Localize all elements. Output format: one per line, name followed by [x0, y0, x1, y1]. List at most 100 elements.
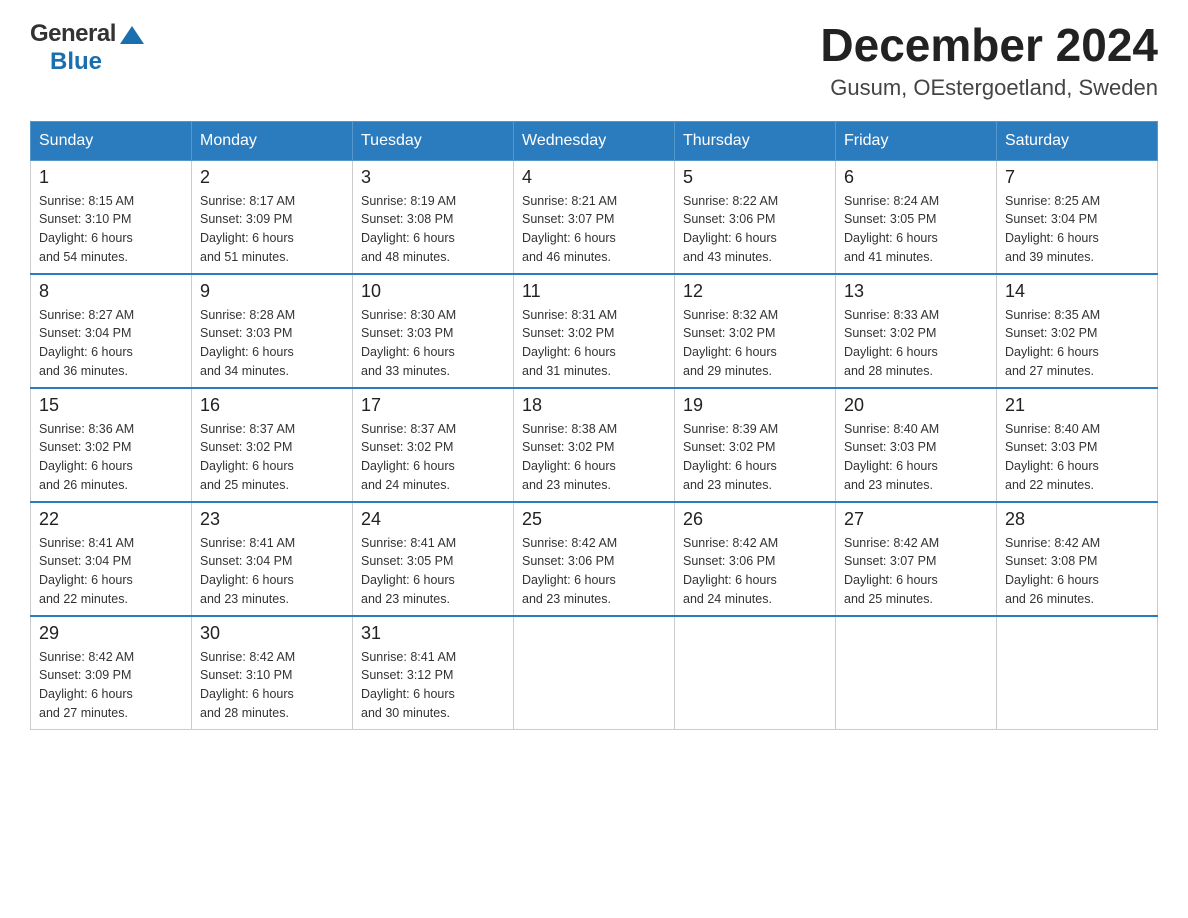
calendar-cell: 11 Sunrise: 8:31 AMSunset: 3:02 PMDayligh… [514, 274, 675, 388]
calendar-cell: 16Sunrise: 8:37 AMSunset: 3:02 PMDayligh… [192, 388, 353, 502]
day-number: 28 [1005, 509, 1149, 530]
calendar-cell: 29 Sunrise: 8:42 AMSunset: 3:09 PMDayligh… [31, 616, 192, 730]
weekday-header-saturday: Saturday [997, 121, 1158, 160]
day-info: Sunrise: 8:41 AMSunset: 3:05 PMDaylight:… [361, 534, 505, 609]
day-number: 21 [1005, 395, 1149, 416]
day-info: Sunrise: 8:33 AMSunset: 3:02 PMDaylight:… [844, 306, 988, 381]
calendar-cell: 5 Sunrise: 8:22 AMSunset: 3:06 PMDaylight… [675, 160, 836, 274]
day-info: Sunrise: 8:19 AMSunset: 3:08 PMDaylight:… [361, 192, 505, 267]
logo-blue-text: Blue [50, 48, 102, 76]
day-number: 9 [200, 281, 344, 302]
calendar-cell: 12 Sunrise: 8:32 AMSunset: 3:02 PMDayligh… [675, 274, 836, 388]
day-number: 14 [1005, 281, 1149, 302]
day-number: 26 [683, 509, 827, 530]
day-number: 5 [683, 167, 827, 188]
logo: General Blue [30, 20, 146, 76]
calendar-cell: 30 Sunrise: 8:42 AMSunset: 3:10 PMDayligh… [192, 616, 353, 730]
calendar-cell: 9Sunrise: 8:28 AMSunset: 3:03 PMDaylight… [192, 274, 353, 388]
day-number: 6 [844, 167, 988, 188]
location-title: Gusum, OEstergoetland, Sweden [820, 75, 1158, 101]
day-info: Sunrise: 8:42 AMSunset: 3:08 PMDaylight:… [1005, 534, 1149, 609]
calendar-header-row: SundayMondayTuesdayWednesdayThursdayFrid… [31, 121, 1158, 160]
day-number: 2 [200, 167, 344, 188]
calendar-table: SundayMondayTuesdayWednesdayThursdayFrid… [30, 121, 1158, 730]
day-number: 8 [39, 281, 183, 302]
day-number: 22 [39, 509, 183, 530]
day-number: 16 [200, 395, 344, 416]
calendar-cell: 4 Sunrise: 8:21 AMSunset: 3:07 PMDaylight… [514, 160, 675, 274]
calendar-cell: 13 Sunrise: 8:33 AMSunset: 3:02 PMDayligh… [836, 274, 997, 388]
day-info: Sunrise: 8:22 AMSunset: 3:06 PMDaylight:… [683, 192, 827, 267]
day-info: Sunrise: 8:32 AMSunset: 3:02 PMDaylight:… [683, 306, 827, 381]
day-info: Sunrise: 8:21 AMSunset: 3:07 PMDaylight:… [522, 192, 666, 267]
calendar-cell [997, 616, 1158, 730]
calendar-cell: 26 Sunrise: 8:42 AMSunset: 3:06 PMDayligh… [675, 502, 836, 616]
title-section: December 2024 Gusum, OEstergoetland, Swe… [820, 20, 1158, 101]
day-number: 23 [200, 509, 344, 530]
day-number: 12 [683, 281, 827, 302]
calendar-week-row: 8 Sunrise: 8:27 AMSunset: 3:04 PMDaylight… [31, 274, 1158, 388]
day-number: 31 [361, 623, 505, 644]
calendar-body: 1 Sunrise: 8:15 AMSunset: 3:10 PMDaylight… [31, 160, 1158, 729]
day-number: 10 [361, 281, 505, 302]
day-number: 25 [522, 509, 666, 530]
calendar-cell: 24Sunrise: 8:41 AMSunset: 3:05 PMDayligh… [353, 502, 514, 616]
day-info: Sunrise: 8:42 AMSunset: 3:06 PMDaylight:… [522, 534, 666, 609]
day-info: Sunrise: 8:35 AMSunset: 3:02 PMDaylight:… [1005, 306, 1149, 381]
day-info: Sunrise: 8:37 AMSunset: 3:02 PMDaylight:… [361, 420, 505, 495]
calendar-week-row: 29 Sunrise: 8:42 AMSunset: 3:09 PMDayligh… [31, 616, 1158, 730]
day-info: Sunrise: 8:42 AMSunset: 3:09 PMDaylight:… [39, 648, 183, 723]
day-info: Sunrise: 8:15 AMSunset: 3:10 PMDaylight:… [39, 192, 183, 267]
calendar-cell: 21 Sunrise: 8:40 AMSunset: 3:03 PMDayligh… [997, 388, 1158, 502]
logo-icon [118, 24, 146, 46]
weekday-header-tuesday: Tuesday [353, 121, 514, 160]
calendar-cell: 18Sunrise: 8:38 AMSunset: 3:02 PMDayligh… [514, 388, 675, 502]
day-number: 17 [361, 395, 505, 416]
day-number: 1 [39, 167, 183, 188]
month-title: December 2024 [820, 20, 1158, 71]
day-info: Sunrise: 8:38 AMSunset: 3:02 PMDaylight:… [522, 420, 666, 495]
day-info: Sunrise: 8:40 AMSunset: 3:03 PMDaylight:… [844, 420, 988, 495]
calendar-cell: 23 Sunrise: 8:41 AMSunset: 3:04 PMDayligh… [192, 502, 353, 616]
calendar-cell: 19 Sunrise: 8:39 AMSunset: 3:02 PMDayligh… [675, 388, 836, 502]
calendar-cell: 7Sunrise: 8:25 AMSunset: 3:04 PMDaylight… [997, 160, 1158, 274]
calendar-cell: 10 Sunrise: 8:30 AMSunset: 3:03 PMDayligh… [353, 274, 514, 388]
day-info: Sunrise: 8:42 AMSunset: 3:10 PMDaylight:… [200, 648, 344, 723]
weekday-header-monday: Monday [192, 121, 353, 160]
calendar-cell [675, 616, 836, 730]
day-info: Sunrise: 8:24 AMSunset: 3:05 PMDaylight:… [844, 192, 988, 267]
day-info: Sunrise: 8:42 AMSunset: 3:07 PMDaylight:… [844, 534, 988, 609]
calendar-cell: 6 Sunrise: 8:24 AMSunset: 3:05 PMDaylight… [836, 160, 997, 274]
day-info: Sunrise: 8:27 AMSunset: 3:04 PMDaylight:… [39, 306, 183, 381]
calendar-week-row: 22 Sunrise: 8:41 AMSunset: 3:04 PMDayligh… [31, 502, 1158, 616]
day-number: 15 [39, 395, 183, 416]
calendar-cell: 2Sunrise: 8:17 AMSunset: 3:09 PMDaylight… [192, 160, 353, 274]
day-info: Sunrise: 8:42 AMSunset: 3:06 PMDaylight:… [683, 534, 827, 609]
calendar-week-row: 15 Sunrise: 8:36 AMSunset: 3:02 PMDayligh… [31, 388, 1158, 502]
calendar-cell: 22 Sunrise: 8:41 AMSunset: 3:04 PMDayligh… [31, 502, 192, 616]
day-info: Sunrise: 8:30 AMSunset: 3:03 PMDaylight:… [361, 306, 505, 381]
weekday-header-thursday: Thursday [675, 121, 836, 160]
day-info: Sunrise: 8:40 AMSunset: 3:03 PMDaylight:… [1005, 420, 1149, 495]
day-info: Sunrise: 8:31 AMSunset: 3:02 PMDaylight:… [522, 306, 666, 381]
day-number: 13 [844, 281, 988, 302]
day-number: 30 [200, 623, 344, 644]
day-number: 27 [844, 509, 988, 530]
calendar-cell: 20Sunrise: 8:40 AMSunset: 3:03 PMDayligh… [836, 388, 997, 502]
day-number: 4 [522, 167, 666, 188]
day-info: Sunrise: 8:39 AMSunset: 3:02 PMDaylight:… [683, 420, 827, 495]
day-number: 19 [683, 395, 827, 416]
day-info: Sunrise: 8:25 AMSunset: 3:04 PMDaylight:… [1005, 192, 1149, 267]
day-info: Sunrise: 8:41 AMSunset: 3:04 PMDaylight:… [39, 534, 183, 609]
calendar-cell [514, 616, 675, 730]
calendar-cell: 8 Sunrise: 8:27 AMSunset: 3:04 PMDaylight… [31, 274, 192, 388]
page-header: General Blue December 2024 Gusum, OEster… [30, 20, 1158, 101]
day-info: Sunrise: 8:41 AMSunset: 3:04 PMDaylight:… [200, 534, 344, 609]
calendar-cell: 25 Sunrise: 8:42 AMSunset: 3:06 PMDayligh… [514, 502, 675, 616]
day-info: Sunrise: 8:36 AMSunset: 3:02 PMDaylight:… [39, 420, 183, 495]
calendar-cell: 1 Sunrise: 8:15 AMSunset: 3:10 PMDaylight… [31, 160, 192, 274]
calendar-cell: 3Sunrise: 8:19 AMSunset: 3:08 PMDaylight… [353, 160, 514, 274]
weekday-header-friday: Friday [836, 121, 997, 160]
day-number: 29 [39, 623, 183, 644]
day-number: 11 [522, 281, 666, 302]
